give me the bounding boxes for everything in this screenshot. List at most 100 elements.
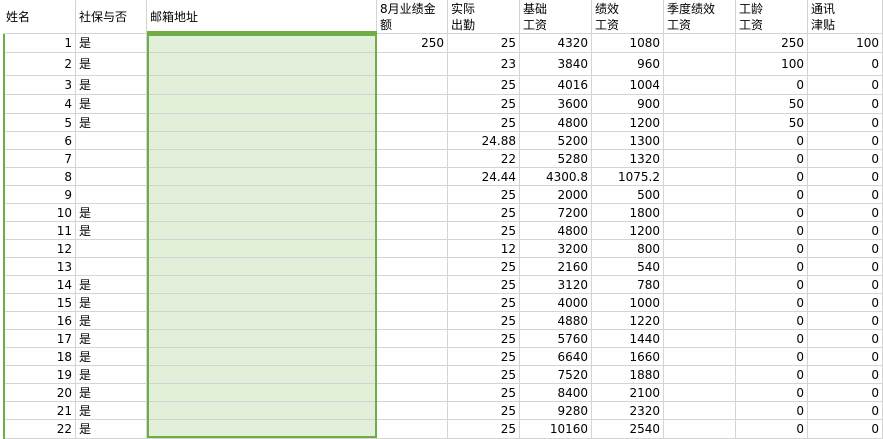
perf-amount-cell[interactable]: 250 bbox=[377, 34, 448, 53]
comm-allowance-cell[interactable]: 0 bbox=[808, 240, 883, 258]
base-salary-cell[interactable]: 2000 bbox=[520, 186, 592, 204]
base-salary-cell[interactable]: 7200 bbox=[520, 204, 592, 222]
base-salary-cell[interactable]: 4000 bbox=[520, 294, 592, 312]
seniority-cell[interactable]: 0 bbox=[736, 276, 808, 294]
perf-salary-cell[interactable]: 2320 bbox=[592, 402, 664, 420]
base-salary-cell[interactable]: 4320 bbox=[520, 34, 592, 53]
email-cell[interactable] bbox=[147, 132, 377, 150]
season-perf-cell[interactable] bbox=[664, 34, 736, 53]
season-perf-cell[interactable] bbox=[664, 366, 736, 384]
season-perf-cell[interactable] bbox=[664, 402, 736, 420]
name-cell[interactable]: 12 bbox=[3, 240, 76, 258]
attendance-cell[interactable]: 25 bbox=[448, 276, 520, 294]
email-cell[interactable] bbox=[147, 420, 377, 439]
perf-salary-cell[interactable]: 780 bbox=[592, 276, 664, 294]
attendance-cell[interactable]: 24.88 bbox=[448, 132, 520, 150]
seniority-cell[interactable]: 0 bbox=[736, 312, 808, 330]
seniority-cell[interactable]: 0 bbox=[736, 150, 808, 168]
email-cell[interactable] bbox=[147, 95, 377, 114]
perf-salary-cell[interactable]: 500 bbox=[592, 186, 664, 204]
name-cell[interactable]: 4 bbox=[3, 95, 76, 114]
perf-salary-cell[interactable]: 2540 bbox=[592, 420, 664, 439]
social-cell[interactable]: 是 bbox=[76, 420, 147, 439]
base-salary-cell[interactable]: 4300.8 bbox=[520, 168, 592, 186]
header-perf[interactable]: 绩效 工资 bbox=[592, 0, 664, 34]
perf-amount-cell[interactable] bbox=[377, 186, 448, 204]
seniority-cell[interactable]: 0 bbox=[736, 76, 808, 95]
social-cell[interactable]: 是 bbox=[76, 402, 147, 420]
name-cell[interactable]: 8 bbox=[3, 168, 76, 186]
perf-amount-cell[interactable] bbox=[377, 294, 448, 312]
perf-amount-cell[interactable] bbox=[377, 420, 448, 439]
email-cell[interactable] bbox=[147, 276, 377, 294]
seniority-cell[interactable]: 0 bbox=[736, 294, 808, 312]
season-perf-cell[interactable] bbox=[664, 222, 736, 240]
header-attendance[interactable]: 实际 出勤 bbox=[448, 0, 520, 34]
email-cell[interactable] bbox=[147, 76, 377, 95]
name-cell[interactable]: 16 bbox=[3, 312, 76, 330]
perf-salary-cell[interactable]: 1004 bbox=[592, 76, 664, 95]
season-perf-cell[interactable] bbox=[664, 348, 736, 366]
attendance-cell[interactable]: 25 bbox=[448, 384, 520, 402]
social-cell[interactable] bbox=[76, 186, 147, 204]
base-salary-cell[interactable]: 5280 bbox=[520, 150, 592, 168]
attendance-cell[interactable]: 25 bbox=[448, 95, 520, 114]
header-social[interactable]: 社保与否 bbox=[76, 0, 147, 34]
season-perf-cell[interactable] bbox=[664, 204, 736, 222]
attendance-cell[interactable]: 25 bbox=[448, 294, 520, 312]
perf-salary-cell[interactable]: 960 bbox=[592, 53, 664, 76]
social-cell[interactable]: 是 bbox=[76, 95, 147, 114]
email-cell[interactable] bbox=[147, 150, 377, 168]
email-cell[interactable] bbox=[147, 330, 377, 348]
comm-allowance-cell[interactable]: 0 bbox=[808, 204, 883, 222]
comm-allowance-cell[interactable]: 0 bbox=[808, 76, 883, 95]
perf-salary-cell[interactable]: 800 bbox=[592, 240, 664, 258]
perf-salary-cell[interactable]: 1880 bbox=[592, 366, 664, 384]
email-cell[interactable] bbox=[147, 53, 377, 76]
social-cell[interactable]: 是 bbox=[76, 53, 147, 76]
comm-allowance-cell[interactable]: 0 bbox=[808, 95, 883, 114]
name-cell[interactable]: 17 bbox=[3, 330, 76, 348]
season-perf-cell[interactable] bbox=[664, 330, 736, 348]
social-cell[interactable]: 是 bbox=[76, 384, 147, 402]
base-salary-cell[interactable]: 10160 bbox=[520, 420, 592, 439]
attendance-cell[interactable]: 25 bbox=[448, 76, 520, 95]
attendance-cell[interactable]: 23 bbox=[448, 53, 520, 76]
email-cell[interactable] bbox=[147, 204, 377, 222]
season-perf-cell[interactable] bbox=[664, 186, 736, 204]
name-cell[interactable]: 3 bbox=[3, 76, 76, 95]
base-salary-cell[interactable]: 7520 bbox=[520, 366, 592, 384]
base-salary-cell[interactable]: 6640 bbox=[520, 348, 592, 366]
comm-allowance-cell[interactable]: 0 bbox=[808, 330, 883, 348]
season-perf-cell[interactable] bbox=[664, 132, 736, 150]
name-cell[interactable]: 21 bbox=[3, 402, 76, 420]
attendance-cell[interactable]: 22 bbox=[448, 150, 520, 168]
base-salary-cell[interactable]: 5760 bbox=[520, 330, 592, 348]
name-cell[interactable]: 10 bbox=[3, 204, 76, 222]
base-salary-cell[interactable]: 4880 bbox=[520, 312, 592, 330]
perf-amount-cell[interactable] bbox=[377, 76, 448, 95]
season-perf-cell[interactable] bbox=[664, 384, 736, 402]
social-cell[interactable]: 是 bbox=[76, 366, 147, 384]
comm-allowance-cell[interactable]: 0 bbox=[808, 402, 883, 420]
email-cell[interactable] bbox=[147, 348, 377, 366]
social-cell[interactable]: 是 bbox=[76, 34, 147, 53]
social-cell[interactable] bbox=[76, 168, 147, 186]
comm-allowance-cell[interactable]: 100 bbox=[808, 34, 883, 53]
perf-amount-cell[interactable] bbox=[377, 402, 448, 420]
seniority-cell[interactable]: 0 bbox=[736, 168, 808, 186]
comm-allowance-cell[interactable]: 0 bbox=[808, 114, 883, 132]
season-perf-cell[interactable] bbox=[664, 240, 736, 258]
perf-salary-cell[interactable]: 1220 bbox=[592, 312, 664, 330]
base-salary-cell[interactable]: 4016 bbox=[520, 76, 592, 95]
perf-salary-cell[interactable]: 1200 bbox=[592, 222, 664, 240]
name-cell[interactable]: 13 bbox=[3, 258, 76, 276]
seniority-cell[interactable]: 100 bbox=[736, 53, 808, 76]
attendance-cell[interactable]: 25 bbox=[448, 34, 520, 53]
email-cell[interactable] bbox=[147, 168, 377, 186]
seniority-cell[interactable]: 0 bbox=[736, 204, 808, 222]
attendance-cell[interactable]: 25 bbox=[448, 114, 520, 132]
perf-salary-cell[interactable]: 2100 bbox=[592, 384, 664, 402]
perf-amount-cell[interactable] bbox=[377, 204, 448, 222]
attendance-cell[interactable]: 25 bbox=[448, 186, 520, 204]
